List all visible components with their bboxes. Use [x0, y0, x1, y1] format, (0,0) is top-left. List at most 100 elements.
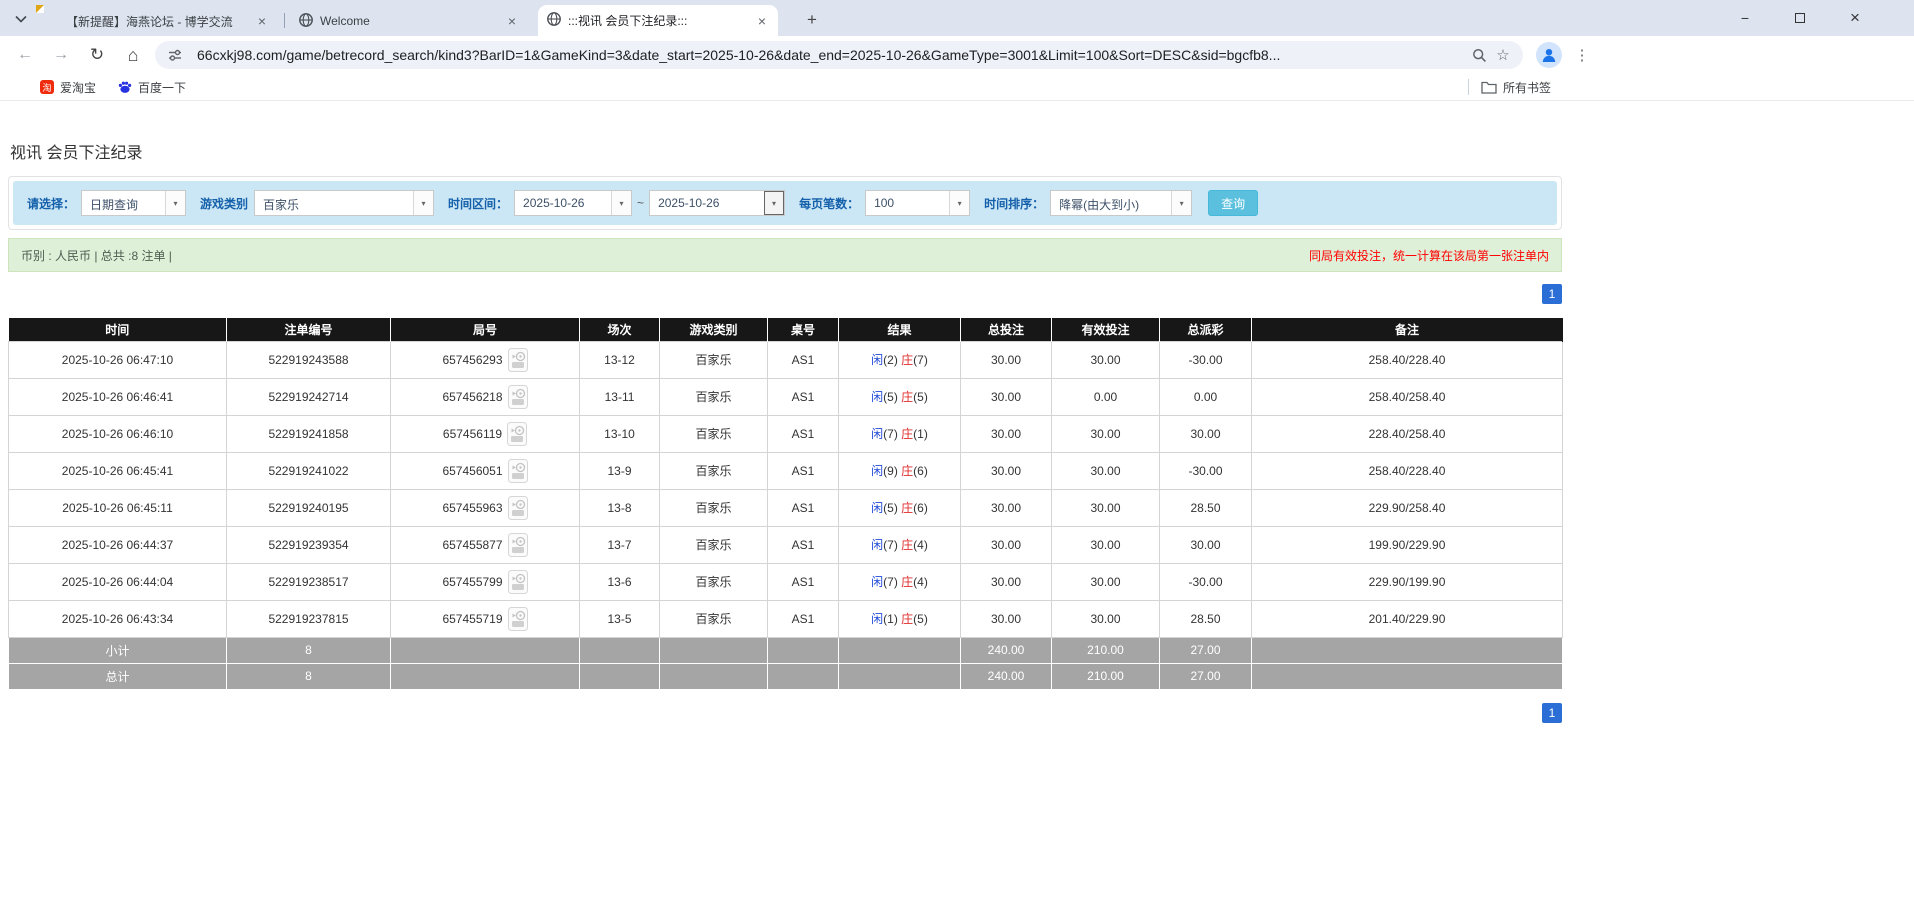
zoom-icon[interactable] — [1467, 43, 1491, 67]
window-close-button[interactable]: × — [1840, 6, 1870, 30]
cell-total-bet[interactable]: 30.00 — [961, 563, 1052, 600]
video-replay-icon[interactable] — [507, 422, 527, 446]
summary-cell — [839, 663, 961, 689]
cell-round: 657456119 — [391, 415, 580, 452]
summary-cell: 240.00 — [961, 637, 1052, 663]
close-tab-icon[interactable]: × — [504, 13, 520, 29]
window-minimize-button[interactable]: − — [1730, 6, 1760, 30]
back-icon[interactable]: ← — [12, 43, 38, 67]
per-page-value: 100 — [866, 191, 949, 215]
all-bookmarks-button[interactable]: 所有书签 — [1481, 79, 1551, 96]
video-replay-icon[interactable] — [508, 459, 528, 483]
folder-icon — [1481, 80, 1497, 94]
cell-remark: 258.40/228.40 — [1252, 452, 1563, 489]
cell-total-bet[interactable]: 30.00 — [961, 341, 1052, 378]
search-button[interactable]: 查询 — [1208, 190, 1258, 216]
cell-bet-id: 522919241858 — [227, 415, 391, 452]
summary-row: 小计8240.00210.0027.00 — [9, 637, 1563, 663]
video-replay-icon[interactable] — [508, 570, 528, 594]
column-header: 总投注 — [961, 318, 1052, 341]
close-tab-icon[interactable]: × — [254, 13, 270, 29]
per-page-select[interactable]: 100 ▾ — [865, 190, 970, 216]
globe-favicon-slot — [546, 11, 562, 30]
cell-bet-id: 522919241022 — [227, 452, 391, 489]
address-bar[interactable]: 66cxkj98.com/game/betrecord_search/kind3… — [155, 41, 1523, 69]
cell-payout: 30.00 — [1160, 415, 1252, 452]
tab-bet-records-active[interactable]: :::视讯 会员下注纪录::: × — [538, 5, 778, 36]
summary-label: 总计 — [9, 663, 227, 689]
game-kind-select[interactable]: 百家乐 ▾ — [254, 190, 434, 216]
chevron-down-icon: ▾ — [611, 191, 631, 215]
cell-time: 2025-10-26 06:47:10 — [9, 341, 227, 378]
date-end-value: 2025-10-26 — [650, 191, 764, 215]
reload-icon[interactable]: ↻ — [84, 43, 110, 67]
bookmark-baidu[interactable]: 百度一下 — [118, 79, 186, 96]
column-header: 注单编号 — [227, 318, 391, 341]
cell-total-bet[interactable]: 30.00 — [961, 526, 1052, 563]
tab-haiyan-forum[interactable]: 【新提醒】海燕论坛 - 博学交流 × — [36, 6, 278, 36]
cell-round: 657455963 — [391, 489, 580, 526]
filter-bar: 请选择： 日期查询 ▾ 游戏类别 百家乐 ▾ 时间区间： 2025-10-26 … — [13, 181, 1557, 225]
cell-result: 闲(1) 庄(5) — [839, 600, 961, 637]
page-title: 视讯 会员下注纪录 — [10, 139, 1562, 163]
date-end-select[interactable]: 2025-10-26 ▾ — [649, 190, 785, 216]
summary-cell — [391, 637, 580, 663]
baidu-paw-icon — [118, 80, 132, 94]
summary-cell — [580, 637, 660, 663]
currency-total-text: 币别 : 人民币 | 总共 :8 注单 | — [21, 247, 172, 264]
summary-cell: 8 — [227, 637, 391, 663]
column-header: 结果 — [839, 318, 961, 341]
close-tab-icon[interactable]: × — [754, 13, 770, 29]
cell-remark: 258.40/258.40 — [1252, 378, 1563, 415]
tab-search-chevron-icon[interactable] — [10, 8, 32, 30]
tab-title: 【新提醒】海燕论坛 - 博学交流 — [66, 13, 248, 30]
new-tab-button[interactable]: + — [800, 8, 824, 32]
cell-time: 2025-10-26 06:44:37 — [9, 526, 227, 563]
summary-cell: 210.00 — [1052, 663, 1160, 689]
date-range-label: 时间区间： — [448, 195, 508, 212]
cell-total-bet[interactable]: 30.00 — [961, 600, 1052, 637]
cell-remark: 229.90/258.40 — [1252, 489, 1563, 526]
video-replay-icon[interactable] — [508, 385, 528, 409]
home-icon[interactable]: ⌂ — [120, 43, 146, 67]
date-start-select[interactable]: 2025-10-26 ▾ — [514, 190, 632, 216]
browser-window: 【新提醒】海燕论坛 - 博学交流 × Welcome × :::视讯 会员下注纪… — [0, 0, 1914, 913]
cell-total-bet[interactable]: 30.00 — [961, 415, 1052, 452]
bookmark-label: 爱淘宝 — [60, 79, 96, 96]
cell-table: AS1 — [768, 600, 839, 637]
site-settings-icon[interactable] — [163, 43, 187, 67]
banker-result: 庄 — [901, 427, 913, 441]
summary-row: 总计8240.00210.0027.00 — [9, 663, 1563, 689]
query-type-select[interactable]: 日期查询 ▾ — [81, 190, 186, 216]
window-maximize-button[interactable] — [1785, 6, 1815, 30]
page-1-button[interactable]: 1 — [1542, 703, 1562, 723]
bookmark-taobao[interactable]: 淘 爱淘宝 — [40, 79, 96, 96]
round-number: 657456051 — [442, 464, 502, 478]
cell-payout: 30.00 — [1160, 526, 1252, 563]
round-number: 657456119 — [443, 427, 502, 441]
url-text[interactable]: 66cxkj98.com/game/betrecord_search/kind3… — [197, 47, 1467, 63]
bookmark-star-icon[interactable]: ☆ — [1491, 43, 1515, 67]
cell-total-bet[interactable]: 30.00 — [961, 452, 1052, 489]
video-replay-icon[interactable] — [508, 607, 528, 631]
pagination-top: 1 — [8, 284, 1562, 304]
cell-valid-bet: 30.00 — [1052, 452, 1160, 489]
video-replay-icon[interactable] — [508, 496, 528, 520]
video-replay-icon[interactable] — [508, 348, 528, 372]
forward-icon[interactable]: → — [48, 43, 74, 67]
summary-cell: 27.00 — [1160, 637, 1252, 663]
tab-welcome[interactable]: Welcome × — [290, 6, 528, 36]
cell-time: 2025-10-26 06:44:04 — [9, 563, 227, 600]
menu-dots-icon[interactable]: ⋮ — [1572, 43, 1592, 67]
page-1-button[interactable]: 1 — [1542, 284, 1562, 304]
cell-total-bet[interactable]: 30.00 — [961, 378, 1052, 415]
profile-avatar[interactable] — [1536, 42, 1562, 68]
cell-valid-bet: 30.00 — [1052, 526, 1160, 563]
cell-bet-id: 522919243588 — [227, 341, 391, 378]
cell-total-bet[interactable]: 30.00 — [961, 489, 1052, 526]
table-row: 2025-10-26 06:45:11522919240195657455963… — [9, 489, 1563, 526]
video-replay-icon[interactable] — [508, 533, 528, 557]
player-result: 闲 — [871, 464, 883, 478]
sort-select[interactable]: 降幂(由大到小) ▾ — [1050, 190, 1192, 216]
table-row: 2025-10-26 06:45:41522919241022657456051… — [9, 452, 1563, 489]
